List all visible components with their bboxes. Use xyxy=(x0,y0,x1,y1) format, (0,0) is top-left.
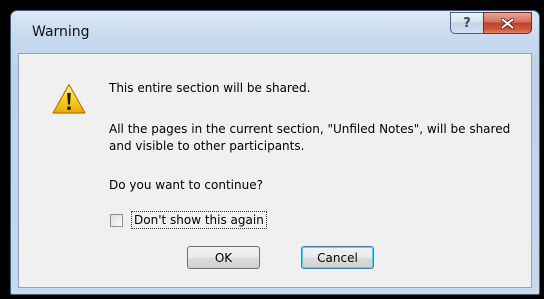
cancel-button[interactable]: Cancel xyxy=(301,246,374,269)
message-line-1: This entire section will be shared. xyxy=(109,81,311,95)
dialog-title: Warning xyxy=(32,24,90,40)
close-icon xyxy=(501,17,514,29)
question-mark-icon: ? xyxy=(463,15,471,31)
dont-show-again-checkbox[interactable] xyxy=(110,213,123,227)
dont-show-again-option[interactable]: Don't show this again xyxy=(110,211,267,229)
caption-buttons: ? xyxy=(450,12,532,34)
help-button[interactable]: ? xyxy=(450,12,483,34)
message-line-2: All the pages in the current section, "U… xyxy=(109,122,511,153)
confirm-question: Do you want to continue? xyxy=(109,178,263,192)
warning-dialog: Warning ? This entire section will be sh… xyxy=(10,10,540,295)
warning-triangle-icon xyxy=(52,83,86,114)
dialog-body: This entire section will be shared. All … xyxy=(18,53,532,288)
close-button[interactable] xyxy=(483,12,532,34)
dont-show-again-label[interactable]: Don't show this again xyxy=(131,211,267,229)
ok-button[interactable]: OK xyxy=(187,246,260,269)
title-bar[interactable]: Warning ? xyxy=(11,11,539,53)
